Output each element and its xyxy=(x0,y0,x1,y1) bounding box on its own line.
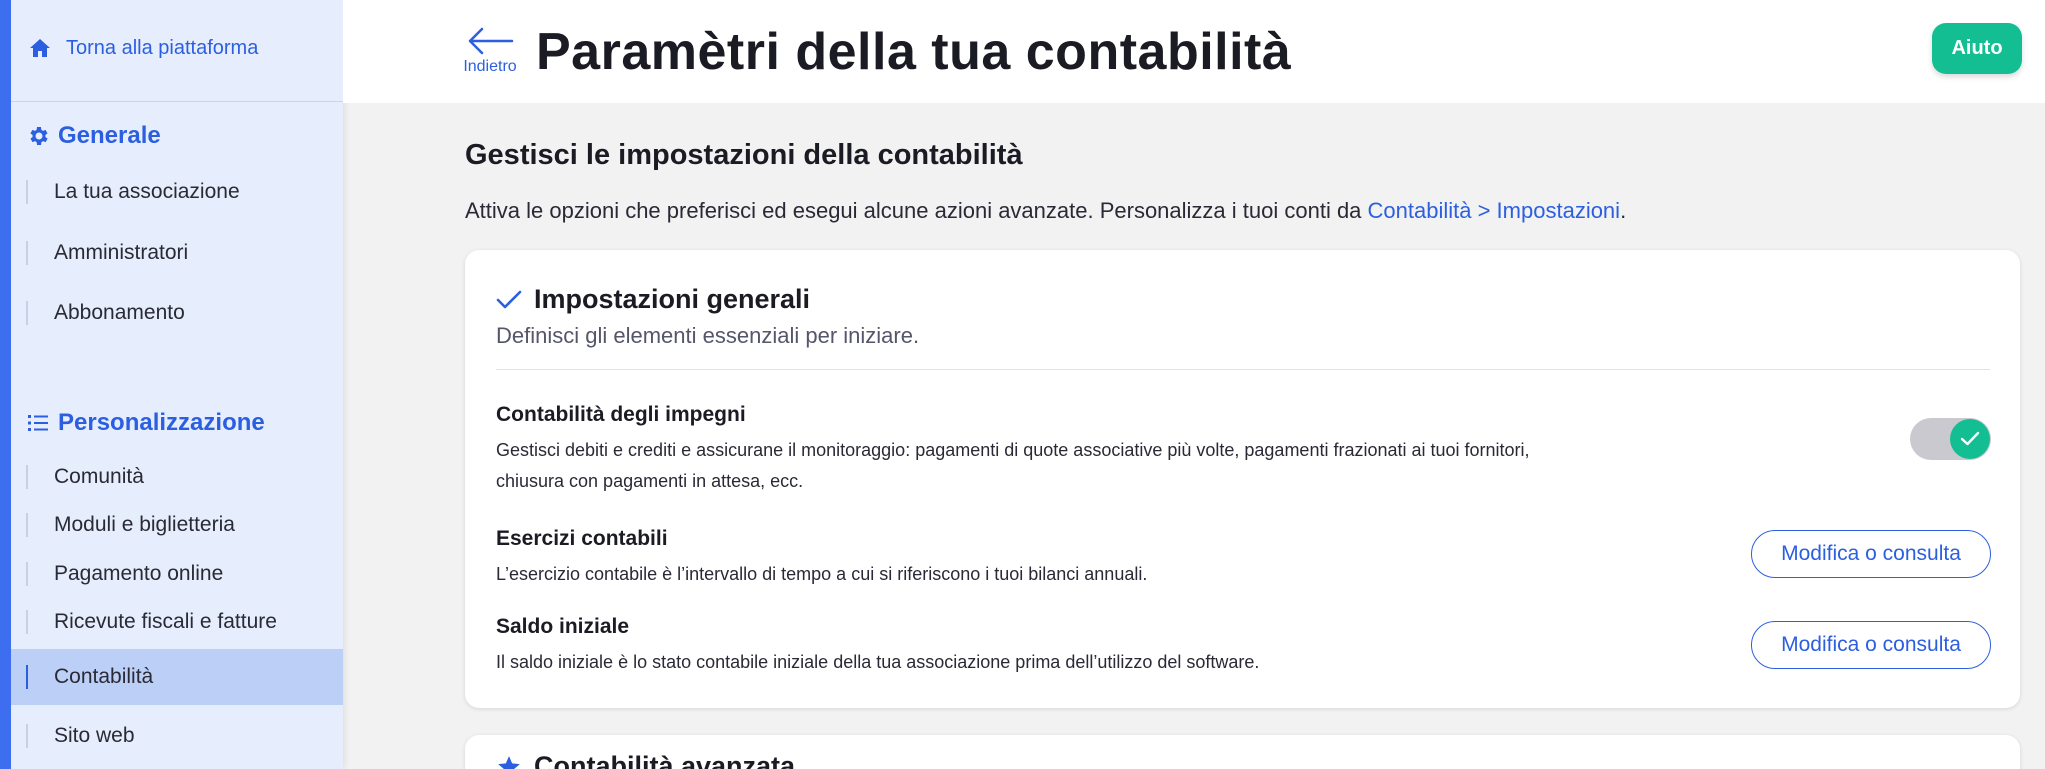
sidebar-item-label: Pagamento online xyxy=(54,562,224,585)
back-to-platform-link[interactable]: Torna alla piattaforma xyxy=(28,36,258,60)
sidebar: Torna alla piattaforma Generale La tua a… xyxy=(0,0,343,769)
back-button[interactable]: Indietro xyxy=(460,26,520,76)
sidebar-accent-strip xyxy=(0,0,11,769)
setting-desc-line: chiusura con pagamenti in attesa, ecc. xyxy=(496,471,804,491)
help-button[interactable]: Aiuto xyxy=(1932,23,2022,74)
sidebar-item-contabilita[interactable]: Contabilità xyxy=(11,649,343,705)
sidebar-item-sito-web[interactable]: Sito web xyxy=(11,708,343,764)
esercizi-edit-button[interactable]: Modifica o consulta xyxy=(1751,530,1991,578)
sidebar-item-label: Comunità xyxy=(54,465,144,488)
card-header: Impostazioni generali xyxy=(496,284,810,315)
sidebar-item-amministratori[interactable]: Amministratori xyxy=(11,225,343,281)
sidebar-item-label: La tua associazione xyxy=(54,180,240,203)
star-icon xyxy=(498,755,520,769)
page-header: Indietro Paramètri della tua contabilità… xyxy=(343,0,2045,103)
impegni-toggle[interactable] xyxy=(1910,418,1991,460)
setting-desc-saldo: Il saldo iniziale è lo stato contabile i… xyxy=(496,652,1260,672)
setting-title-esercizi: Esercizi contabili xyxy=(496,527,668,550)
section-description: Attiva le opzioni che preferisci ed eseg… xyxy=(465,198,1626,224)
sidebar-item-ricevute[interactable]: Ricevute fiscali e fatture xyxy=(11,594,343,650)
sidebar-item-associazione[interactable]: La tua associazione xyxy=(11,164,343,220)
settings-link[interactable]: Contabilità > Impostazioni xyxy=(1368,198,1621,223)
sidebar-item-label: Moduli e biglietteria xyxy=(54,513,235,536)
sidebar-section-personalizzazione: Personalizzazione xyxy=(26,409,265,437)
sidebar-section-title: Personalizzazione xyxy=(58,409,265,436)
sidebar-section-generale: Generale xyxy=(26,122,161,150)
sidebar-divider xyxy=(11,101,343,102)
setting-desc-line: Gestisci debiti e crediti e assicurane i… xyxy=(496,440,1530,460)
back-button-label: Indietro xyxy=(463,58,517,75)
page-title: Paramètri della tua contabilità xyxy=(536,23,1292,81)
card-divider xyxy=(496,369,1990,370)
sidebar-item-label: Contabilità xyxy=(54,665,154,688)
card-title: Contabilità avanzata xyxy=(534,751,796,769)
check-icon xyxy=(1960,431,1980,446)
setting-title-impegni: Contabilità degli impegni xyxy=(496,403,746,426)
toggle-knob xyxy=(1950,419,1990,459)
list-icon xyxy=(28,415,48,431)
section-description-text: Attiva le opzioni che preferisci ed eseg… xyxy=(465,198,1368,223)
setting-title-saldo: Saldo iniziale xyxy=(496,615,630,638)
arrow-left-icon xyxy=(468,27,514,55)
card-subtitle: Definisci gli elementi essenziali per in… xyxy=(496,323,920,348)
check-icon xyxy=(496,290,522,308)
sidebar-item-abbonamento[interactable]: Abbonamento xyxy=(11,285,343,341)
sidebar-section-title: Generale xyxy=(58,122,161,149)
card-header: Contabilità avanzata xyxy=(496,751,795,769)
saldo-edit-button[interactable]: Modifica o consulta xyxy=(1751,621,1991,669)
sidebar-item-label: Ricevute fiscali e fatture xyxy=(54,610,277,633)
sidebar-item-label: Sito web xyxy=(54,724,135,747)
setting-desc-esercizi: L’esercizio contabile è l’intervallo di … xyxy=(496,564,1148,584)
sidebar-item-label: Abbonamento xyxy=(54,301,185,324)
card-title: Impostazioni generali xyxy=(534,284,811,314)
sidebar-item-label: Amministratori xyxy=(54,241,189,264)
gear-icon xyxy=(30,127,48,145)
setting-desc-impegni: Gestisci debiti e crediti e assicurane i… xyxy=(496,435,1696,497)
advanced-settings-card: Contabilità avanzata xyxy=(465,735,2020,769)
general-settings-card: Impostazioni generali Definisci gli elem… xyxy=(465,250,2020,708)
section-heading: Gestisci le impostazioni della contabili… xyxy=(465,139,1023,171)
sidebar-item-moduli[interactable]: Moduli e biglietteria xyxy=(11,497,343,553)
section-description-suffix: . xyxy=(1620,198,1627,223)
home-icon xyxy=(30,39,50,57)
back-to-platform-label: Torna alla piattaforma xyxy=(66,36,259,59)
